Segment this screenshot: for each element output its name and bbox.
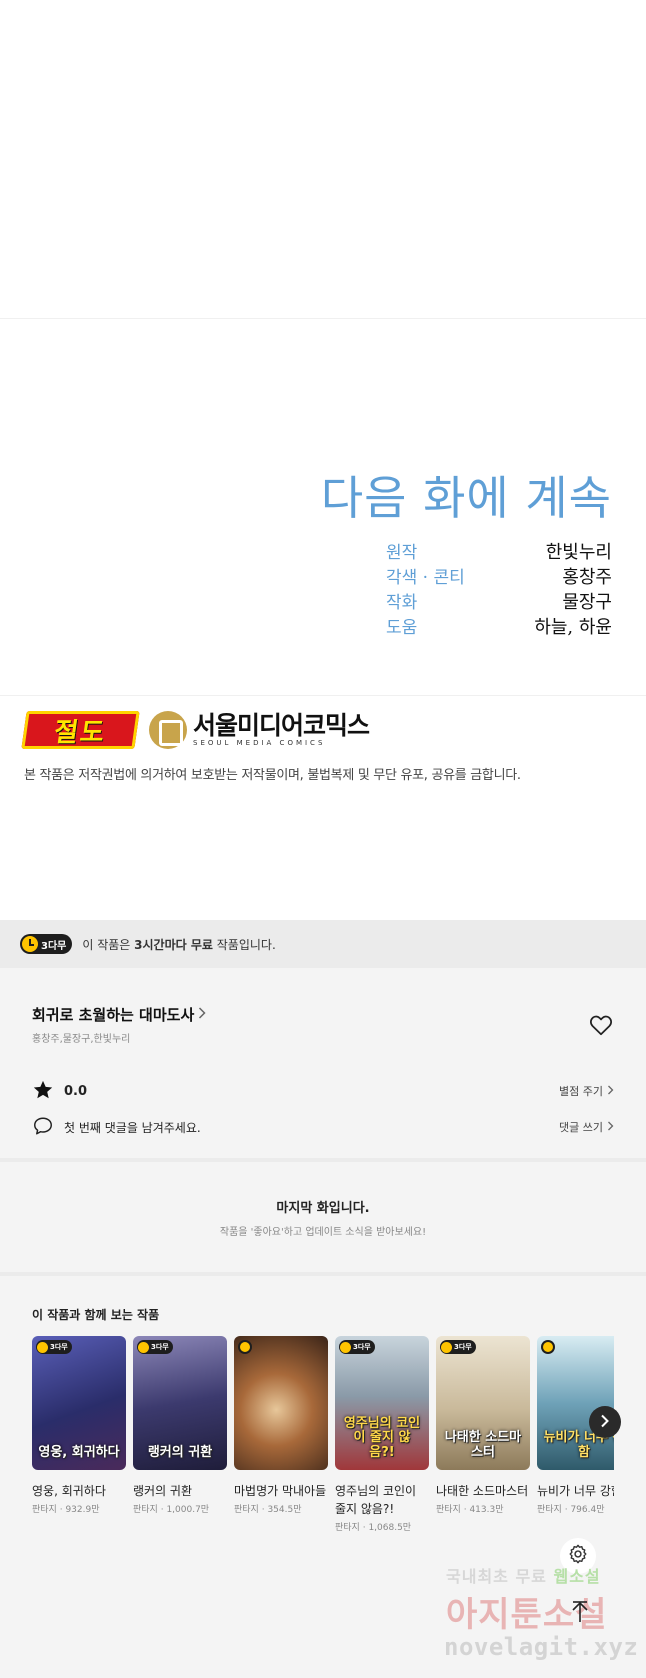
rating-row: 0.0 별점 주기: [32, 1080, 614, 1102]
comment-prompt: 첫 번째 댓글을 남겨주세요.: [64, 1120, 201, 1135]
credit-name: 홍창주: [562, 566, 612, 588]
3damu-badge-label: 3다무: [41, 940, 67, 952]
3damu-badge: 3다무: [339, 1340, 375, 1354]
chevron-right-icon: [607, 1121, 614, 1134]
recommendation-title: 랭커의 귀환: [133, 1484, 193, 1498]
credit-row: 원작 한빛누리: [386, 538, 612, 564]
work-title-link[interactable]: 회귀로 초월하는 대마도사: [32, 1004, 206, 1025]
thumbnail-logo: 나태한 소드마스터: [444, 1430, 522, 1460]
recommendation-thumbnail[interactable]: 3다무 랭커의 귀환: [133, 1336, 227, 1470]
credit-row: 작화 물장구: [386, 588, 612, 614]
credit-name: 물장구: [562, 591, 612, 613]
recommendation-card[interactable]: 3다무 랭커의 귀환 랭커의 귀환 판타지 · 1,000.7만: [133, 1336, 227, 1515]
recommendation-title: 나태한 소드마스터: [436, 1484, 529, 1498]
seoul-media-logo-subtext: SEOUL MEDIA COMICS: [193, 739, 326, 747]
recommendation-title: 영웅, 회귀하다: [32, 1484, 106, 1498]
free-notice-text: 이 작품은 3시간마다 무료 작품입니다.: [82, 936, 275, 953]
clock-icon: [22, 936, 38, 952]
3damu-badge: 3다무: [20, 934, 73, 954]
clock-icon: [541, 1340, 555, 1354]
notice-text-prefix: 이 작품은: [82, 937, 135, 952]
recommendation-meta: 판타지 · 1,000.7만: [133, 1505, 210, 1515]
recommendation-card[interactable]: 3다무 영웅, 회귀하다 영웅, 회귀하다 판타지 · 932.9만: [32, 1336, 126, 1515]
recommendation-thumbnail[interactable]: [234, 1336, 328, 1470]
recommendation-meta: 판타지 · 413.3만: [436, 1505, 504, 1515]
credit-role: 각색 · 콘티: [386, 568, 465, 588]
recommendation-meta: 판타지 · 796.4만: [537, 1505, 605, 1515]
rate-button-label: 별점 주기: [559, 1085, 603, 1098]
clock-icon: [138, 1341, 149, 1353]
chevron-right-icon: [607, 1085, 614, 1098]
last-episode-subtitle: 작품을 '좋아요'하고 업데이트 소식을 받아보세요!: [219, 1227, 427, 1238]
recommendation-thumbnail[interactable]: 3다무 나태한 소드마스터: [436, 1336, 530, 1470]
recommendation-title: 마법명가 막내아들: [234, 1484, 327, 1498]
credit-row: 각색 · 콘티 홍창주: [386, 563, 612, 589]
rating-value: 0.0: [64, 1083, 88, 1099]
chevron-right-icon: [600, 1413, 610, 1432]
credit-role: 도움: [386, 618, 418, 638]
credit-row: 도움 하늘, 하윤: [386, 613, 612, 639]
thumbnail-logo: 랭커의 귀환: [147, 1444, 213, 1460]
credit-name: 한빛누리: [545, 541, 612, 563]
clock-icon: [37, 1341, 48, 1353]
recommendation-card[interactable]: 마법명가 막내아들 판타지 · 354.5만: [234, 1336, 328, 1515]
recommendations-title: 이 작품과 함께 보는 작품: [32, 1308, 160, 1322]
3damu-badge: 3다무: [440, 1340, 476, 1354]
credits: 원작 한빛누리 각색 · 콘티 홍창주 작화 물장구 도움 하늘, 하윤: [386, 538, 612, 639]
to-be-continued-text: 다음 화에 계속: [320, 471, 612, 525]
3damu-badge: 3다무: [36, 1340, 72, 1354]
thumbnail-logo: 영웅, 회귀하다: [38, 1444, 120, 1460]
work-info: 회귀로 초월하는 대마도사 홍창주,물장구,한빛누리 0.0 별점 주기 첫 번…: [0, 968, 646, 1158]
work-title: 회귀로 초월하는 대마도사: [32, 1006, 195, 1024]
rate-button[interactable]: 별점 주기: [559, 1083, 614, 1099]
recommendation-card[interactable]: 3다무 영주님의 코인이 줄지 않음?! 영주님의 코인이 줄지 않음?! 판타…: [335, 1336, 429, 1533]
jeolpo-logo: 절도: [21, 711, 140, 749]
last-episode-section: 마지막 화입니다. 작품을 '좋아요'하고 업데이트 소식을 받아보세요!: [0, 1162, 646, 1272]
credit-name: 하늘, 하윤: [534, 616, 612, 638]
credit-role: 원작: [386, 543, 418, 563]
recommendation-thumbnail[interactable]: 3다무 영주님의 코인이 줄지 않음?!: [335, 1336, 429, 1470]
heart-icon[interactable]: [588, 1012, 614, 1038]
recommendation-title: 뉴비가 너무 강함: [537, 1484, 614, 1498]
recommendation-card[interactable]: 3다무 나태한 소드마스터 나태한 소드마스터 판타지 · 413.3만: [436, 1336, 530, 1515]
recommendation-thumbnail[interactable]: 3다무 영웅, 회귀하다: [32, 1336, 126, 1470]
seoul-media-mark-icon: [149, 711, 187, 749]
work-authors: 홍창주,물장구,한빛누리: [32, 1034, 131, 1045]
3damu-badge: 3다무: [137, 1340, 173, 1354]
comic-panel: 다음 화에 계속 원작 한빛누리 각색 · 콘티 홍창주 작화 물장구 도움 하…: [0, 0, 646, 920]
write-comment-label: 댓글 쓰기: [559, 1121, 603, 1134]
recommendation-meta: 판타지 · 1,068.5만: [335, 1523, 412, 1533]
jeolpo-logo-text: 절도: [52, 717, 109, 748]
recommendations-carousel: 3다무 영웅, 회귀하다 영웅, 회귀하다 판타지 · 932.9만 3다무 랭…: [32, 1336, 614, 1536]
clock-icon: [441, 1341, 452, 1353]
last-episode-title: 마지막 화입니다.: [276, 1201, 370, 1216]
chevron-right-icon: [198, 1006, 206, 1023]
scroll-top-button[interactable]: [567, 1600, 593, 1630]
clock-icon: [340, 1341, 351, 1353]
carousel-next-button[interactable]: [589, 1406, 621, 1438]
free-notice-bar: 3다무 이 작품은 3시간마다 무료 작품입니다.: [0, 920, 646, 968]
seoul-media-comics-logo: 서울미디어코믹스 SEOUL MEDIA COMICS: [149, 711, 370, 749]
comment-icon: [32, 1115, 54, 1140]
recommendation-thumbnail[interactable]: 뉴비가 너무 강함: [537, 1336, 614, 1470]
credit-role: 작화: [386, 593, 418, 613]
notice-text-bold: 3시간마다 무료: [134, 937, 213, 952]
notice-text-suffix: 작품입니다.: [212, 937, 276, 952]
star-icon: [32, 1079, 54, 1104]
clock-icon: [238, 1340, 252, 1354]
thumbnail-logo: 영주님의 코인이 줄지 않음?!: [343, 1416, 421, 1460]
publisher-logos: 절도 서울미디어코믹스 SEOUL MEDIA COMICS: [21, 710, 370, 750]
watermark-line3: novelagit.xyz: [444, 1633, 639, 1661]
recommendation-meta: 판타지 · 354.5만: [234, 1505, 302, 1515]
recommendation-title: 영주님의 코인이 줄지 않음?!: [335, 1484, 417, 1516]
site-watermark: 국내최초 무료 웹소설 아지툰소설 novelagit.xyz: [444, 1563, 640, 1675]
seoul-media-logo-text: 서울미디어코믹스: [193, 711, 370, 740]
write-comment-button[interactable]: 댓글 쓰기: [559, 1119, 614, 1135]
arrow-up-icon: [570, 1600, 590, 1630]
watermark-line1: 국내최초 무료 웹소설: [446, 1567, 601, 1586]
recommendation-meta: 판타지 · 932.9만: [32, 1505, 100, 1515]
comment-row: 첫 번째 댓글을 남겨주세요. 댓글 쓰기: [32, 1116, 614, 1138]
copyright-notice: 본 작품은 저작권법에 의거하여 보호받는 저작물이며, 불법복제 및 무단 유…: [24, 768, 521, 783]
